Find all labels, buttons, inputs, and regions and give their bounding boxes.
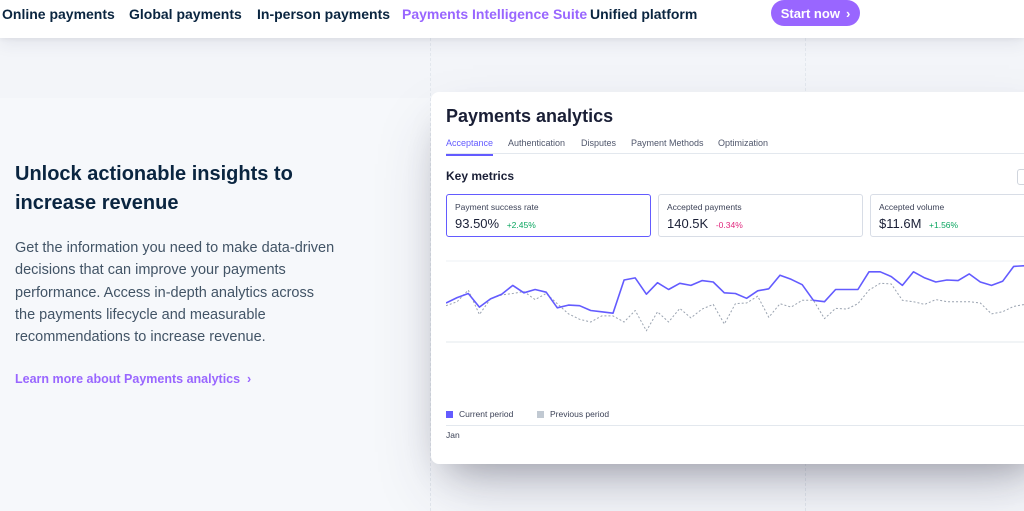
chevron-right-icon: › xyxy=(845,5,851,21)
metric-value-row: $11.6M +1.56% xyxy=(879,216,958,231)
tab-divider xyxy=(446,153,1024,154)
key-metrics-menu-button[interactable] xyxy=(1017,169,1024,185)
metric-value-row: 93.50% +2.45% xyxy=(455,216,536,231)
chevron-right-icon: › xyxy=(243,372,252,386)
start-now-label: Start now xyxy=(780,5,840,21)
legend-label: Current period xyxy=(459,409,514,419)
legend-item-previous: Previous period xyxy=(537,409,609,419)
background-band xyxy=(0,38,1024,98)
metric-label: Payment success rate xyxy=(455,202,539,212)
key-metrics-title: Key metrics xyxy=(446,169,515,183)
start-now-button[interactable]: Start now › xyxy=(771,0,860,26)
metric-value: 93.50% xyxy=(455,216,500,231)
metric-delta: -0.34% xyxy=(715,220,743,230)
legend-swatch-current xyxy=(446,410,453,418)
tab-payment-methods[interactable]: Payment Methods xyxy=(631,138,704,148)
series-line-current-period xyxy=(446,264,1024,315)
line-chart xyxy=(446,260,1024,343)
metric-delta: +2.45% xyxy=(506,220,536,230)
legend-swatch-previous xyxy=(537,410,544,418)
payments-analytics-card: Payments analytics Acceptance Authentica… xyxy=(431,92,1024,464)
metric-card-accepted-volume[interactable]: Accepted volume $11.6M +1.56% xyxy=(870,194,1024,237)
hero-body: Get the information you need to make dat… xyxy=(15,240,335,346)
metric-value: $11.6M xyxy=(879,216,922,231)
metric-label: Accepted volume xyxy=(879,202,945,212)
metric-value: 140.5K xyxy=(667,216,709,231)
x-axis-tick: Jan xyxy=(446,430,460,440)
metric-card-payment-success-rate[interactable]: Payment success rate 93.50% +2.45% xyxy=(446,194,651,237)
tab-disputes[interactable]: Disputes xyxy=(581,138,616,148)
nav-item-global-payments[interactable]: Global payments xyxy=(129,6,242,22)
learn-more-label: Learn more about Payments analytics xyxy=(15,372,241,386)
tab-acceptance[interactable]: Acceptance xyxy=(446,138,493,148)
nav-item-unified-platform[interactable]: Unified platform xyxy=(590,6,697,22)
tab-optimization[interactable]: Optimization xyxy=(718,138,768,148)
legend-item-current: Current period xyxy=(446,409,513,419)
legend-label: Previous period xyxy=(550,409,610,419)
legend-divider xyxy=(446,425,1024,426)
nav-item-in-person-payments[interactable]: In-person payments xyxy=(257,6,390,22)
hero-headline: Unlock actionable insights to increase r… xyxy=(15,163,293,214)
metric-value-row: 140.5K -0.34% xyxy=(667,216,743,231)
metric-card-accepted-payments[interactable]: Accepted payments 140.5K -0.34% xyxy=(658,194,863,237)
card-title: Payments analytics xyxy=(446,106,614,126)
nav-item-online-payments[interactable]: Online payments xyxy=(2,6,115,22)
metric-delta: +1.56% xyxy=(929,220,959,230)
metric-label: Accepted payments xyxy=(667,202,742,212)
active-tab-indicator xyxy=(446,154,493,156)
top-navigation: Online payments Global payments In-person … xyxy=(0,0,1024,38)
tab-authentication[interactable]: Authentication xyxy=(508,138,565,148)
learn-more-link[interactable]: Learn more about Payments analytics › xyxy=(15,372,251,386)
nav-item-payments-intelligence-suite[interactable]: Payments Intelligence Suite xyxy=(402,6,587,22)
